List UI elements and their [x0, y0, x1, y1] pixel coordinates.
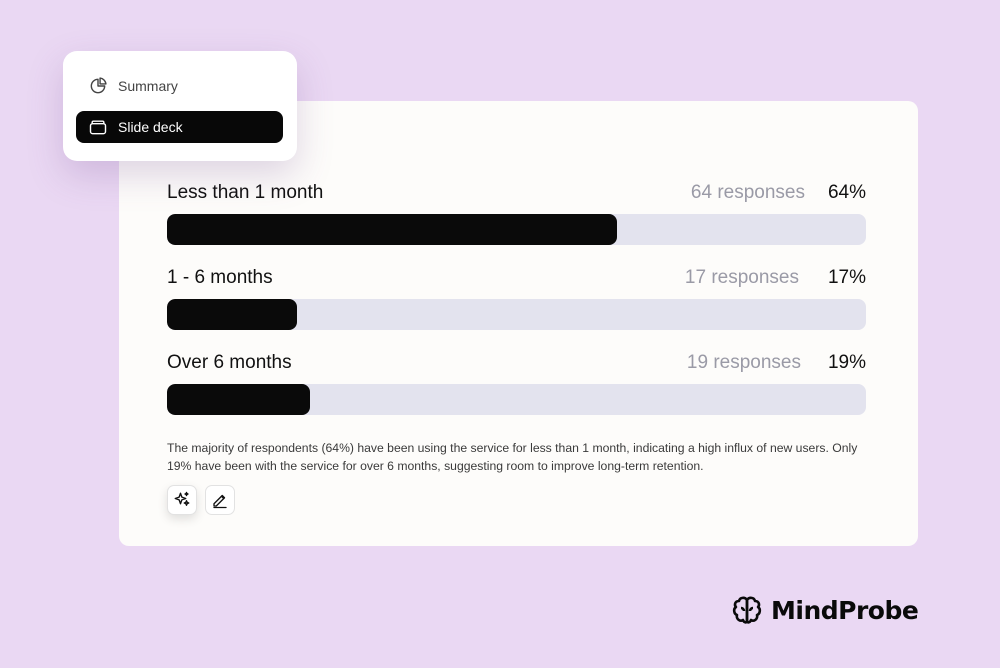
- result-row: 1 - 6 months 17 responses 17%: [167, 266, 866, 330]
- bar-track: [167, 384, 866, 415]
- row-response-count: 19 responses: [686, 352, 801, 373]
- row-response-count: 17 responses: [684, 267, 799, 288]
- bar-fill: [167, 384, 311, 415]
- sparkle-icon: [174, 491, 190, 506]
- row-label: 1 - 6 months: [167, 267, 273, 288]
- bar-fill: [167, 299, 297, 330]
- edit-icon: [213, 494, 227, 509]
- row-percent: 19%: [827, 352, 866, 373]
- result-row: Over 6 months 19 responses 19%: [167, 351, 866, 415]
- row-label: Over 6 months: [167, 352, 292, 373]
- slide-deck-icon: [88, 117, 108, 137]
- view-menu: Summary Slide deck: [63, 51, 297, 161]
- bar-fill: [167, 214, 618, 245]
- row-percent: 64%: [827, 182, 866, 203]
- ai-rewrite-button[interactable]: [167, 485, 197, 515]
- brain-icon: [732, 596, 762, 624]
- pie-chart-icon: [88, 76, 108, 96]
- edit-button[interactable]: [205, 485, 235, 515]
- insight-text: The majority of respondents (64%) have b…: [167, 441, 858, 473]
- row-label: Less than 1 month: [167, 182, 324, 203]
- menu-item-slide-deck[interactable]: Slide deck: [76, 111, 283, 143]
- menu-item-label: Slide deck: [118, 119, 183, 135]
- row-response-count: 64 responses: [690, 182, 805, 203]
- results-card: Less than 1 month 64 responses 64% 1 - 6…: [119, 101, 918, 546]
- menu-item-summary[interactable]: Summary: [76, 70, 283, 102]
- bar-track: [167, 214, 866, 245]
- menu-item-label: Summary: [118, 78, 178, 94]
- brand-name: MindProbe: [771, 595, 919, 625]
- bar-track: [167, 299, 866, 330]
- brand-logo: MindProbe: [731, 592, 919, 628]
- row-percent: 17%: [827, 267, 866, 288]
- result-row: Less than 1 month 64 responses 64%: [167, 181, 866, 245]
